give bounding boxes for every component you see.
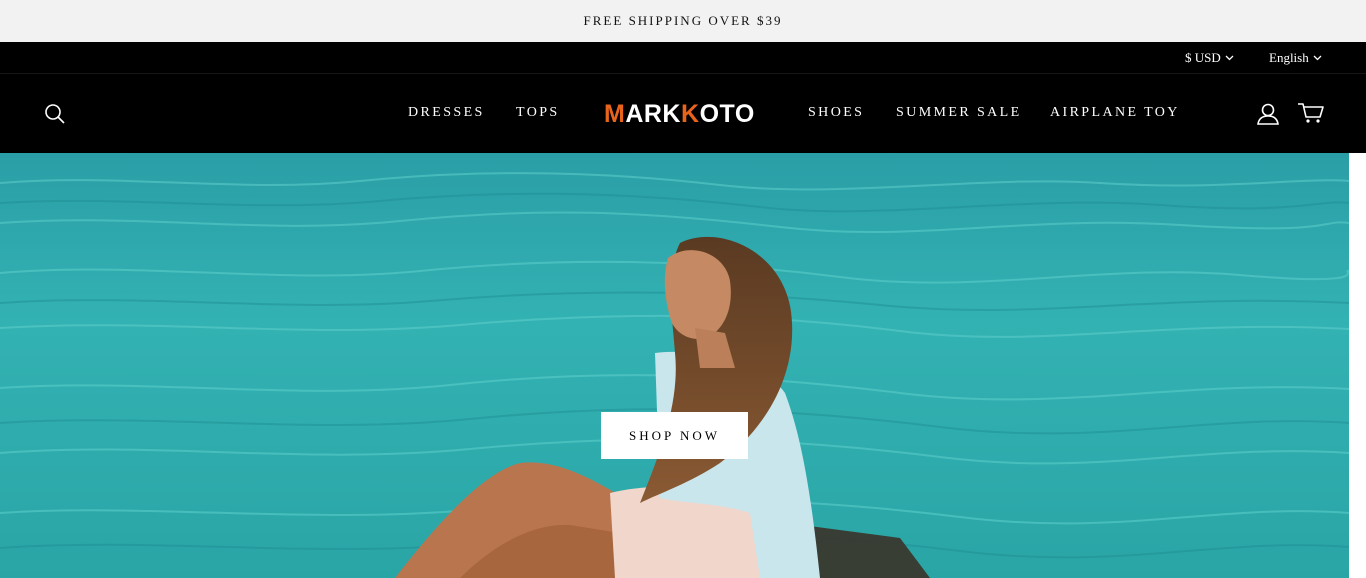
search-icon [45, 104, 65, 124]
account-button[interactable] [1255, 101, 1281, 127]
logo-letters-ark: ARK [625, 99, 681, 128]
page-gutter [1349, 153, 1366, 578]
chevron-down-icon [1313, 55, 1322, 60]
nav-summer-sale[interactable]: SUMMER SALE [896, 103, 1022, 123]
utility-bar: $ USD English [0, 42, 1366, 74]
currency-selector[interactable]: $ USD [1185, 42, 1234, 73]
nav-airplane-toy[interactable]: AIRPLANE TOY [1050, 103, 1180, 123]
account-icon [1257, 103, 1279, 125]
announcement-bar: FREE SHIPPING OVER $39 [0, 0, 1366, 42]
logo-letters-oto: OTO [699, 99, 755, 128]
nav-dresses[interactable]: DRESSES [408, 103, 485, 123]
site-header: DRESSES TOPS M ARK K OTO SHOES SUMMER SALE … [0, 74, 1366, 153]
brand-logo[interactable]: M ARK K OTO [604, 98, 755, 130]
language-label: English [1269, 49, 1309, 65]
currency-label: $ USD [1185, 49, 1221, 65]
cart-icon [1298, 103, 1324, 123]
hero-image [0, 153, 1349, 578]
search-button[interactable] [42, 101, 68, 127]
logo-letter-k: K [681, 99, 700, 128]
cart-button[interactable] [1297, 100, 1325, 126]
shop-now-label: SHOP NOW [628, 427, 721, 443]
chevron-down-icon [1225, 55, 1234, 60]
announcement-text: FREE SHIPPING OVER $39 [583, 13, 783, 28]
shop-now-button[interactable]: SHOP NOW [601, 412, 748, 459]
language-selector[interactable]: English [1269, 42, 1322, 73]
nav-shoes[interactable]: SHOES [808, 103, 864, 123]
hero-banner: SHOP NOW [0, 153, 1349, 578]
logo-letter-m: M [604, 99, 626, 128]
nav-tops[interactable]: TOPS [516, 103, 560, 123]
